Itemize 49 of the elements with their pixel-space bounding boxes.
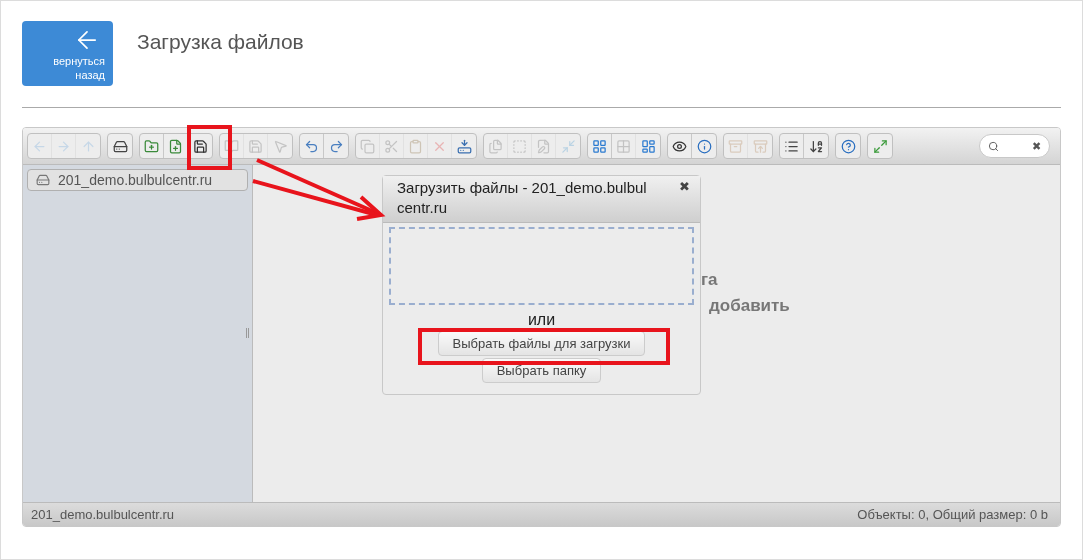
drop-hint-text: га <box>701 269 718 291</box>
help-icon <box>840 138 856 154</box>
book-icon <box>224 138 239 154</box>
archive-extract-icon <box>752 138 768 154</box>
grid-icon <box>592 138 607 154</box>
up-icon <box>80 138 96 154</box>
back-label: вернуться <box>53 53 105 68</box>
list-icon <box>784 138 799 154</box>
file-plus-icon <box>168 138 183 154</box>
status-summary: Объекты: 0, Общий размер: 0 b <box>857 505 1048 524</box>
fullscreen-icon <box>872 138 888 154</box>
sidebar-label: 201_demo.bulbulcentr.ru <box>58 170 213 190</box>
drive-icon <box>36 173 50 187</box>
dialog-title: Загрузить файлы - 201_demo.bulbulcentr.ru <box>397 178 648 218</box>
undo-icon <box>304 138 319 154</box>
pointer-icon <box>272 138 288 154</box>
folder-plus-icon <box>144 138 159 154</box>
tiles-icon <box>640 138 656 154</box>
sort-az-icon <box>808 138 824 154</box>
highlight-frame <box>187 125 232 170</box>
drop-hint-text: добавить <box>709 295 790 317</box>
info-icon <box>696 138 712 154</box>
resize-handle[interactable] <box>246 328 249 338</box>
sidebar-item[interactable]: 201_demo.bulbulcentr.ru <box>27 169 248 191</box>
search-icon <box>988 140 999 152</box>
status-path: 201_demo.bulbulcentr.ru <box>31 505 175 524</box>
selection-icon <box>512 138 527 154</box>
scissors-icon <box>384 138 399 154</box>
eye-icon <box>672 138 687 154</box>
files-icon <box>488 138 503 154</box>
small-grid-icon <box>616 138 631 154</box>
clear-search-icon[interactable]: ✖ <box>1032 137 1041 155</box>
copy-icon <box>360 138 375 154</box>
file-edit-icon <box>536 138 551 154</box>
resize-icon <box>560 138 576 154</box>
clipboard-icon <box>408 138 423 154</box>
search-field[interactable]: ✖ <box>979 134 1050 158</box>
archive-icon <box>728 138 743 154</box>
back-button[interactable]: вернуться назад <box>22 21 113 86</box>
drive-icon <box>112 138 128 154</box>
close-icon[interactable]: ✖ <box>679 177 690 197</box>
page-title: Загрузка файлов <box>137 28 304 55</box>
back-icon <box>32 138 47 154</box>
forward-icon <box>56 138 71 154</box>
redo-icon <box>328 138 344 154</box>
dialog-button[interactable]: Выбрать файлы для загрузки <box>437 331 646 356</box>
drop-zone[interactable] <box>389 227 694 305</box>
back-label: назад <box>75 67 105 82</box>
or-label: или <box>526 311 557 329</box>
